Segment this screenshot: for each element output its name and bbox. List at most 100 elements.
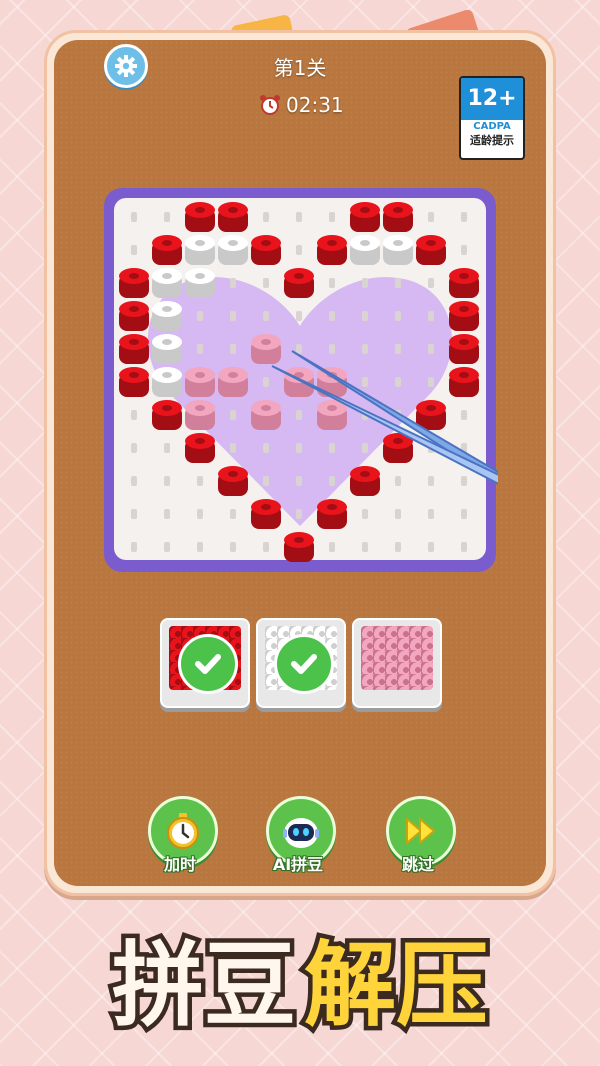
peg[interactable] [164, 476, 170, 486]
peg[interactable] [461, 410, 467, 420]
bead-white[interactable] [185, 268, 215, 298]
bead-red[interactable] [284, 532, 314, 562]
peg[interactable] [296, 245, 302, 255]
peg[interactable] [263, 377, 269, 387]
bead-pink[interactable] [251, 334, 281, 364]
peg[interactable] [428, 476, 434, 486]
peg[interactable] [296, 509, 302, 519]
peg[interactable] [230, 509, 236, 519]
peg[interactable] [461, 245, 467, 255]
peg[interactable] [263, 542, 269, 552]
peg[interactable] [362, 377, 368, 387]
bead-pink[interactable] [185, 367, 215, 397]
bead-white[interactable] [218, 235, 248, 265]
bead-red[interactable] [449, 268, 479, 298]
bead-white[interactable] [185, 235, 215, 265]
tray-pink[interactable] [352, 618, 442, 708]
bead-red[interactable] [119, 367, 149, 397]
peg[interactable] [362, 311, 368, 321]
peg[interactable] [230, 542, 236, 552]
peg[interactable] [131, 476, 137, 486]
peg[interactable] [428, 344, 434, 354]
peg[interactable] [131, 245, 137, 255]
peg[interactable] [395, 377, 401, 387]
bead-red[interactable] [119, 301, 149, 331]
bead-red[interactable] [350, 466, 380, 496]
bead-red[interactable] [152, 400, 182, 430]
peg[interactable] [263, 278, 269, 288]
pegboard[interactable] [102, 186, 524, 574]
peg[interactable] [296, 344, 302, 354]
bead-red[interactable] [449, 334, 479, 364]
peg[interactable] [131, 542, 137, 552]
peg[interactable] [329, 311, 335, 321]
peg[interactable] [197, 344, 203, 354]
peg[interactable] [428, 311, 434, 321]
peg[interactable] [395, 509, 401, 519]
peg[interactable] [395, 542, 401, 552]
peg[interactable] [329, 278, 335, 288]
bead-red[interactable] [251, 499, 281, 529]
peg[interactable] [428, 278, 434, 288]
peg[interactable] [329, 344, 335, 354]
bead-red[interactable] [449, 301, 479, 331]
peg[interactable] [164, 443, 170, 453]
peg[interactable] [395, 344, 401, 354]
bead-red[interactable] [119, 334, 149, 364]
bead-pink[interactable] [284, 367, 314, 397]
peg[interactable] [131, 410, 137, 420]
peg[interactable] [164, 542, 170, 552]
tray-white[interactable] [256, 618, 346, 708]
peg[interactable] [395, 278, 401, 288]
peg[interactable] [230, 410, 236, 420]
bead-red[interactable] [185, 202, 215, 232]
peg[interactable] [230, 443, 236, 453]
peg[interactable] [296, 443, 302, 453]
peg[interactable] [131, 443, 137, 453]
peg[interactable] [428, 542, 434, 552]
peg[interactable] [230, 311, 236, 321]
bead-red[interactable] [152, 235, 182, 265]
peg[interactable] [428, 377, 434, 387]
peg[interactable] [296, 212, 302, 222]
peg[interactable] [329, 542, 335, 552]
peg[interactable] [461, 476, 467, 486]
peg[interactable] [461, 542, 467, 552]
bead-red[interactable] [284, 268, 314, 298]
peg[interactable] [197, 311, 203, 321]
peg[interactable] [461, 212, 467, 222]
peg[interactable] [263, 476, 269, 486]
peg[interactable] [362, 344, 368, 354]
bead-pink[interactable] [185, 400, 215, 430]
peg[interactable] [164, 212, 170, 222]
bead-white[interactable] [152, 268, 182, 298]
peg[interactable] [131, 509, 137, 519]
peg[interactable] [263, 443, 269, 453]
bead-red[interactable] [218, 202, 248, 232]
bead-red[interactable] [218, 466, 248, 496]
peg[interactable] [461, 509, 467, 519]
peg[interactable] [395, 476, 401, 486]
peg[interactable] [131, 212, 137, 222]
peg[interactable] [362, 542, 368, 552]
peg[interactable] [164, 509, 170, 519]
peg[interactable] [230, 344, 236, 354]
bead-pink[interactable] [251, 400, 281, 430]
bead-red[interactable] [185, 433, 215, 463]
bead-red[interactable] [251, 235, 281, 265]
peg[interactable] [428, 509, 434, 519]
bead-white[interactable] [350, 235, 380, 265]
peg[interactable] [296, 476, 302, 486]
bead-red[interactable] [350, 202, 380, 232]
peg[interactable] [296, 410, 302, 420]
peg[interactable] [395, 311, 401, 321]
peg[interactable] [230, 278, 236, 288]
bead-red[interactable] [449, 367, 479, 397]
peg[interactable] [362, 509, 368, 519]
bead-red[interactable] [317, 235, 347, 265]
peg[interactable] [197, 476, 203, 486]
peg[interactable] [329, 212, 335, 222]
peg[interactable] [362, 443, 368, 453]
bead-red[interactable] [416, 235, 446, 265]
peg[interactable] [197, 509, 203, 519]
